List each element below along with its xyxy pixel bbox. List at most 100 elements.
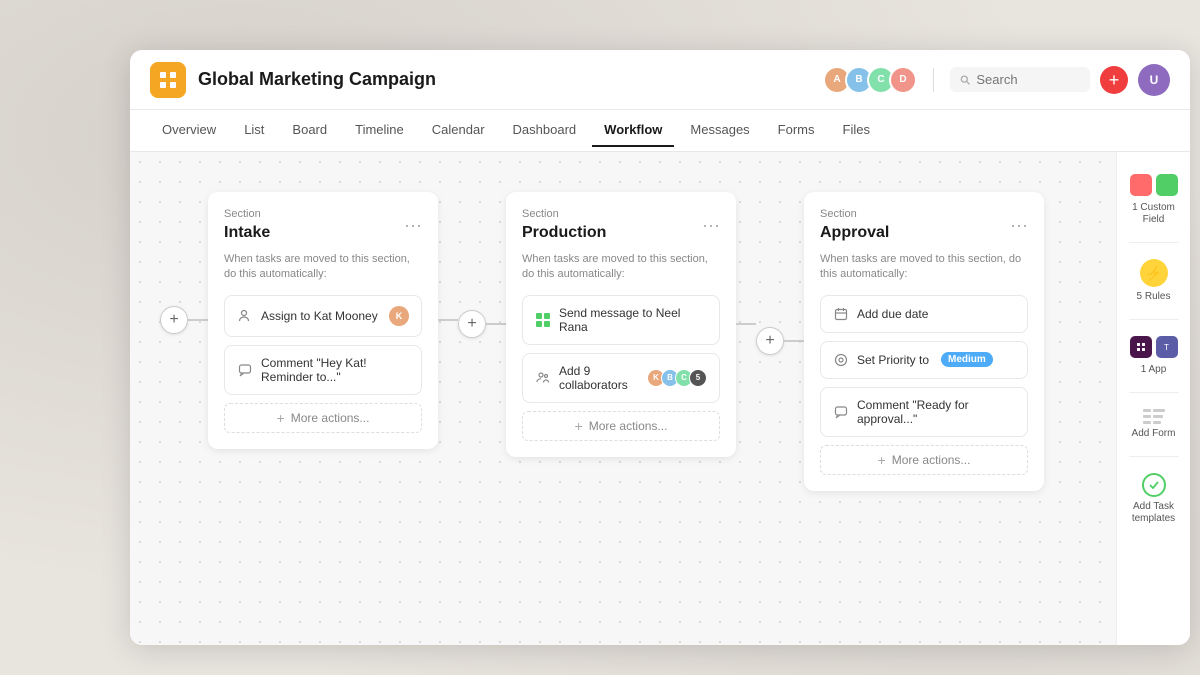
intake-more-actions[interactable]: + More actions... (224, 403, 422, 433)
due-date-text: Add due date (857, 307, 928, 321)
approval-section-wrapper: + Section Approval ··· When tasks are mo… (756, 192, 1044, 491)
add-button[interactable]: + (1100, 66, 1128, 94)
app-icon (150, 62, 186, 98)
custom-field-icon-green (1156, 174, 1178, 196)
intake-header: Section Intake ··· (224, 208, 422, 242)
custom-field-label: 1 CustomField (1132, 202, 1175, 226)
production-more-label: More actions... (589, 419, 668, 433)
production-more-actions[interactable]: + More actions... (522, 411, 720, 441)
connector-2 (438, 319, 458, 321)
sidebar-divider-3 (1129, 392, 1179, 393)
custom-field-sidebar-item[interactable]: 1 CustomField (1122, 166, 1186, 234)
task-templates-sidebar-item[interactable]: Add Tasktemplates (1122, 465, 1186, 533)
nav-forms[interactable]: Forms (766, 114, 827, 147)
collaborators-icon (535, 370, 551, 386)
search-input[interactable] (976, 72, 1080, 87)
calendar-icon (833, 306, 849, 322)
add-form-sidebar-item[interactable]: Add Form (1122, 401, 1186, 448)
intake-name: Intake (224, 224, 270, 242)
production-name: Production (522, 224, 606, 242)
plus-icon-intake: + (277, 410, 285, 426)
plus-icon-approval: + (878, 452, 886, 468)
collaborators-text: Add 9 collaborators (559, 364, 639, 392)
message-action[interactable]: Send message to Neel Rana (522, 295, 720, 345)
nav-timeline[interactable]: Timeline (343, 114, 416, 147)
priority-icon (833, 352, 849, 368)
collaborators-avatars: K B C 5 (647, 369, 707, 387)
production-section-label: Section (522, 208, 606, 220)
comment-icon-approval (833, 404, 849, 420)
kat-avatar: K (389, 306, 409, 326)
production-header: Section Production ··· (522, 208, 720, 242)
custom-field-icons (1130, 174, 1178, 196)
right-sidebar: 1 CustomField ⚡ 5 Rules (1116, 152, 1190, 645)
sidebar-divider-2 (1129, 319, 1179, 320)
app-sidebar-item[interactable]: T 1 App (1122, 328, 1186, 384)
header: Global Marketing Campaign A B C D + U (130, 50, 1190, 110)
add-form-label: Add Form (1132, 428, 1176, 440)
approval-more-actions[interactable]: + More actions... (820, 445, 1028, 475)
connector-4 (736, 323, 756, 325)
approval-card: Section Approval ··· When tasks are move… (804, 192, 1044, 491)
collab-count: 5 (689, 369, 707, 387)
lightning-icon: ⚡ (1140, 259, 1168, 287)
header-right: A B C D + U (823, 64, 1170, 96)
intake-menu-button[interactable]: ··· (404, 216, 422, 234)
comment-text-1: Comment "Hey Kat! Reminder to..." (261, 356, 409, 384)
avatar-group: A B C D (823, 66, 917, 94)
connector-3 (486, 323, 506, 325)
task-templates-icon (1142, 473, 1166, 497)
slack-icon (1130, 336, 1152, 358)
search-box[interactable] (950, 67, 1090, 92)
production-card: Section Production ··· When tasks are mo… (506, 192, 736, 457)
custom-field-icon-red (1130, 174, 1152, 196)
nav-dashboard[interactable]: Dashboard (501, 114, 589, 147)
nav-workflow[interactable]: Workflow (592, 114, 674, 147)
priority-action[interactable]: Set Priority to Medium (820, 341, 1028, 379)
nav-list[interactable]: List (232, 114, 276, 147)
form-icon (1143, 409, 1165, 424)
production-menu-button[interactable]: ··· (702, 216, 720, 234)
add-before-approval[interactable]: + (756, 327, 784, 355)
search-icon (960, 74, 970, 86)
content-area: + Section Intake ··· When tasks are move… (130, 152, 1190, 645)
approval-name: Approval (820, 224, 889, 242)
assign-action[interactable]: Assign to Kat Mooney K (224, 295, 422, 337)
nav-files[interactable]: Files (831, 114, 882, 147)
plus-icon-production: + (575, 418, 583, 434)
workflow-area: + Section Intake ··· When tasks are move… (130, 152, 1116, 645)
intake-card: Section Intake ··· When tasks are moved … (208, 192, 438, 449)
nav-calendar[interactable]: Calendar (420, 114, 497, 147)
priority-text: Set Priority to (857, 353, 929, 367)
comment-action-approval[interactable]: Comment "Ready for approval..." (820, 387, 1028, 437)
assign-icon (237, 308, 253, 324)
project-title: Global Marketing Campaign (198, 69, 436, 90)
nav-board[interactable]: Board (280, 114, 339, 147)
intake-section-wrapper: + Section Intake ··· When tasks are move… (160, 192, 458, 449)
intake-desc: When tasks are moved to this section, do… (224, 252, 422, 283)
approval-more-label: More actions... (892, 453, 971, 467)
nav-messages[interactable]: Messages (678, 114, 761, 147)
rules-sidebar-item[interactable]: ⚡ 5 Rules (1122, 251, 1186, 311)
add-before-intake[interactable]: + (160, 306, 188, 334)
intake-section-label: Section (224, 208, 270, 220)
comment-icon-1 (237, 362, 253, 378)
task-templates-label: Add Tasktemplates (1132, 501, 1175, 525)
due-date-action[interactable]: Add due date (820, 295, 1028, 333)
approval-menu-button[interactable]: ··· (1010, 216, 1028, 234)
assign-text: Assign to Kat Mooney (261, 309, 378, 323)
collaborators-action[interactable]: Add 9 collaborators K B C 5 (522, 353, 720, 403)
main-window: Global Marketing Campaign A B C D + U Ov… (130, 50, 1190, 645)
intake-more-label: More actions... (291, 411, 370, 425)
connector-1 (188, 319, 208, 321)
approval-desc: When tasks are moved to this section, do… (820, 252, 1028, 283)
production-section-wrapper: + Section Production ··· When tasks are … (458, 192, 756, 457)
avatar-4[interactable]: D (889, 66, 917, 94)
add-before-production[interactable]: + (458, 310, 486, 338)
sidebar-divider-4 (1129, 456, 1179, 457)
comment-action-1[interactable]: Comment "Hey Kat! Reminder to..." (224, 345, 422, 395)
sidebar-divider-1 (1129, 242, 1179, 243)
rules-label: 5 Rules (1137, 291, 1171, 303)
user-avatar[interactable]: U (1138, 64, 1170, 96)
nav-overview[interactable]: Overview (150, 114, 228, 147)
